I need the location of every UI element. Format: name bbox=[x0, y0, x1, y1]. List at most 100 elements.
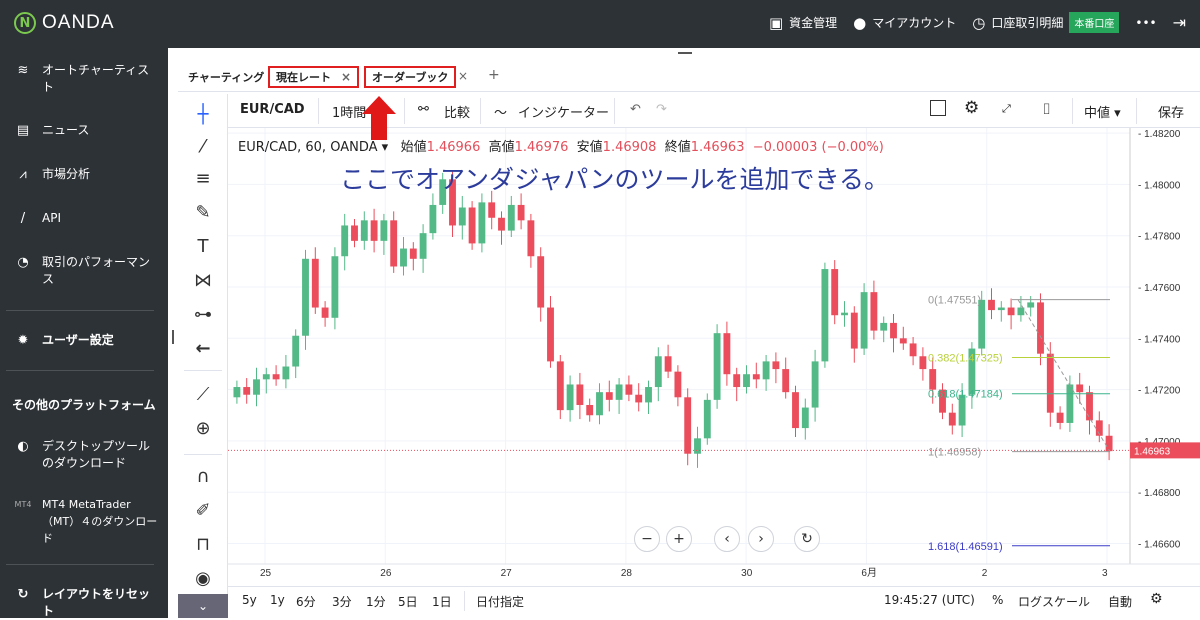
range-6min[interactable]: 6分 bbox=[296, 593, 316, 610]
toolbar-divider bbox=[184, 454, 222, 455]
back-arrow-icon[interactable]: ← bbox=[190, 336, 216, 362]
candle-body bbox=[1046, 353, 1054, 413]
close-icon[interactable]: × bbox=[341, 70, 351, 84]
oanda-logo[interactable]: N OANDA bbox=[14, 12, 115, 34]
sidebar-item-api[interactable]: / API bbox=[14, 210, 160, 227]
range-5d[interactable]: 5日 bbox=[398, 593, 418, 610]
price-type-label: 中値 bbox=[1084, 106, 1111, 121]
candle-body bbox=[909, 343, 917, 357]
price-type-selector[interactable]: 中値 ▾ bbox=[1084, 102, 1121, 121]
tab-charting[interactable]: チャーティング bbox=[182, 66, 270, 88]
settings-gear-icon[interactable]: ⚙ bbox=[964, 98, 979, 118]
sidebar-item-analysis[interactable]: ⩘ 市場分析 bbox=[14, 166, 160, 183]
date-jump-button[interactable]: 日付指定 bbox=[476, 593, 524, 610]
expand-icon[interactable]: ⤢ bbox=[1002, 102, 1011, 116]
candle-body bbox=[890, 322, 897, 339]
indicator-button[interactable]: インジケーター bbox=[518, 102, 609, 121]
magnet-icon[interactable]: ∩ bbox=[190, 464, 216, 490]
sidebar-item-settings[interactable]: ✹ ユーザー設定 bbox=[14, 332, 160, 349]
range-1d[interactable]: 1日 bbox=[432, 593, 452, 610]
range-5y[interactable]: 5y bbox=[242, 593, 257, 607]
legend-close-label: 終値 bbox=[664, 140, 691, 155]
crosshair-icon[interactable]: ┼ bbox=[190, 102, 216, 128]
log-scale-toggle[interactable]: ログスケール bbox=[1018, 593, 1090, 610]
chevron-down-icon[interactable]: ⌄ bbox=[178, 594, 228, 618]
sidebar-item-desktop[interactable]: ◐ デスクトップツールのダウンロード bbox=[14, 438, 160, 472]
settings-gear-icon[interactable]: ⚙ bbox=[1150, 591, 1163, 607]
candle-body bbox=[370, 220, 378, 241]
legend-change: −0.00003 (−0.00%) bbox=[752, 140, 884, 155]
sidebar-item-mt4[interactable]: MT4 MT4 MetaTrader（MT）４のダウンロード bbox=[14, 496, 160, 547]
zoom-in-icon[interactable]: ⊕ bbox=[190, 416, 216, 442]
close-icon[interactable]: × bbox=[458, 69, 468, 83]
sidebar-item-label: レイアウトをリセット bbox=[42, 587, 151, 618]
sidebar-item-label: API bbox=[42, 211, 61, 225]
legend-high-label: 高値 bbox=[488, 140, 515, 155]
analysis-icon: ⩘ bbox=[19, 167, 27, 182]
candle-body bbox=[360, 220, 368, 241]
x-tick-label: 25 bbox=[260, 568, 272, 579]
compare-icon[interactable]: ⚯ bbox=[418, 102, 429, 117]
scroll-right-button[interactable]: › bbox=[748, 526, 774, 552]
trendline-icon[interactable]: ⁄ bbox=[190, 134, 216, 160]
undo-icon[interactable]: ↶ bbox=[630, 102, 641, 117]
ruler-icon[interactable]: ⟋ bbox=[190, 382, 216, 408]
other-platforms-heading: その他のプラットフォーム bbox=[12, 398, 156, 412]
add-tab-button[interactable]: + bbox=[488, 67, 500, 83]
fullscreen-box-icon[interactable] bbox=[930, 100, 946, 116]
unlock-icon[interactable]: ⊓ bbox=[190, 532, 216, 558]
user-gear-icon: ● bbox=[853, 13, 867, 32]
legend-close: 1.46963 bbox=[690, 140, 745, 155]
fib-lines-icon[interactable]: ≡ bbox=[190, 166, 216, 192]
candle-body bbox=[253, 379, 260, 395]
chart-svg[interactable]: - 1.48200 - 1.48000 - 1.47800 - 1.47600 - 1.… bbox=[228, 128, 1200, 586]
compare-button[interactable]: 比較 bbox=[444, 102, 470, 121]
candle-body bbox=[400, 248, 407, 267]
top-bar: N OANDA ▣ 資金管理 ● マイアカウント ◷ 口座取引明細 本番口座 ••• ⇥ bbox=[0, 0, 1200, 48]
camera-icon[interactable]: ⌷ bbox=[1042, 100, 1051, 118]
reset-chart-button[interactable]: ↻ bbox=[794, 526, 820, 552]
range-1y[interactable]: 1y bbox=[270, 593, 285, 607]
candle-body bbox=[860, 292, 868, 349]
tab-current-rate[interactable]: 現在レート × bbox=[268, 66, 360, 88]
resize-handle[interactable] bbox=[172, 330, 174, 344]
toolbar-divider bbox=[318, 98, 319, 124]
x-tick-label: 6月 bbox=[861, 567, 877, 579]
indicator-icon[interactable]: 〜 bbox=[494, 102, 507, 121]
scroll-left-button[interactable]: ‹ bbox=[714, 526, 740, 552]
text-tool-icon[interactable]: T bbox=[190, 234, 216, 260]
redo-icon[interactable]: ↷ bbox=[656, 102, 667, 117]
eye-icon[interactable]: ◉ bbox=[190, 566, 216, 592]
bottom-bar: 5y 1y 6分 3分 1分 5日 1日 日付指定 19:45:27 (UTC)… bbox=[228, 586, 1200, 618]
sidebar-item-performance[interactable]: ◔ 取引のパフォーマンス bbox=[14, 254, 160, 288]
x-tick-label: 28 bbox=[621, 568, 633, 579]
candle-body bbox=[419, 233, 427, 259]
candle-body bbox=[997, 307, 1005, 311]
panel-grip[interactable] bbox=[678, 52, 692, 54]
candle-body bbox=[743, 374, 750, 388]
pattern-icon[interactable]: ⋈ bbox=[190, 268, 216, 294]
history-menu[interactable]: ◷ 口座取引明細 本番口座 bbox=[972, 12, 1120, 33]
x-tick-label: 27 bbox=[501, 568, 513, 579]
account-menu[interactable]: ● マイアカウント bbox=[853, 14, 956, 32]
brush-icon[interactable]: ✎ bbox=[190, 200, 216, 226]
measure-tool-icon[interactable]: ⊶ bbox=[190, 302, 216, 328]
save-button[interactable]: 保存 bbox=[1158, 102, 1184, 121]
sidebar-item-label: デスクトップツールのダウンロード bbox=[42, 439, 151, 470]
sidebar-item-reset[interactable]: ↻ レイアウトをリセット bbox=[14, 586, 160, 620]
candle-body bbox=[635, 394, 643, 403]
more-button[interactable]: ••• bbox=[1135, 16, 1156, 30]
sidebar-item-autochartist[interactable]: ≋ オートチャーティスト bbox=[14, 62, 160, 96]
funds-menu[interactable]: ▣ 資金管理 bbox=[769, 14, 837, 32]
auto-scale-toggle[interactable]: 自動 bbox=[1108, 593, 1132, 610]
zoom-out-button[interactable]: − bbox=[634, 526, 660, 552]
sidebar-item-news[interactable]: ▤ ニュース bbox=[14, 122, 160, 139]
range-1min[interactable]: 1分 bbox=[366, 593, 386, 610]
tab-order-book[interactable]: オーダーブック bbox=[364, 66, 457, 88]
lock-pencil-icon[interactable]: ✐ bbox=[190, 498, 216, 524]
zoom-in-button[interactable]: + bbox=[666, 526, 692, 552]
logout-icon[interactable]: ⇥ bbox=[1173, 13, 1186, 32]
symbol-selector[interactable]: EUR/CAD bbox=[240, 102, 305, 117]
percent-toggle[interactable]: % bbox=[992, 593, 1003, 607]
range-3min[interactable]: 3分 bbox=[332, 593, 352, 610]
